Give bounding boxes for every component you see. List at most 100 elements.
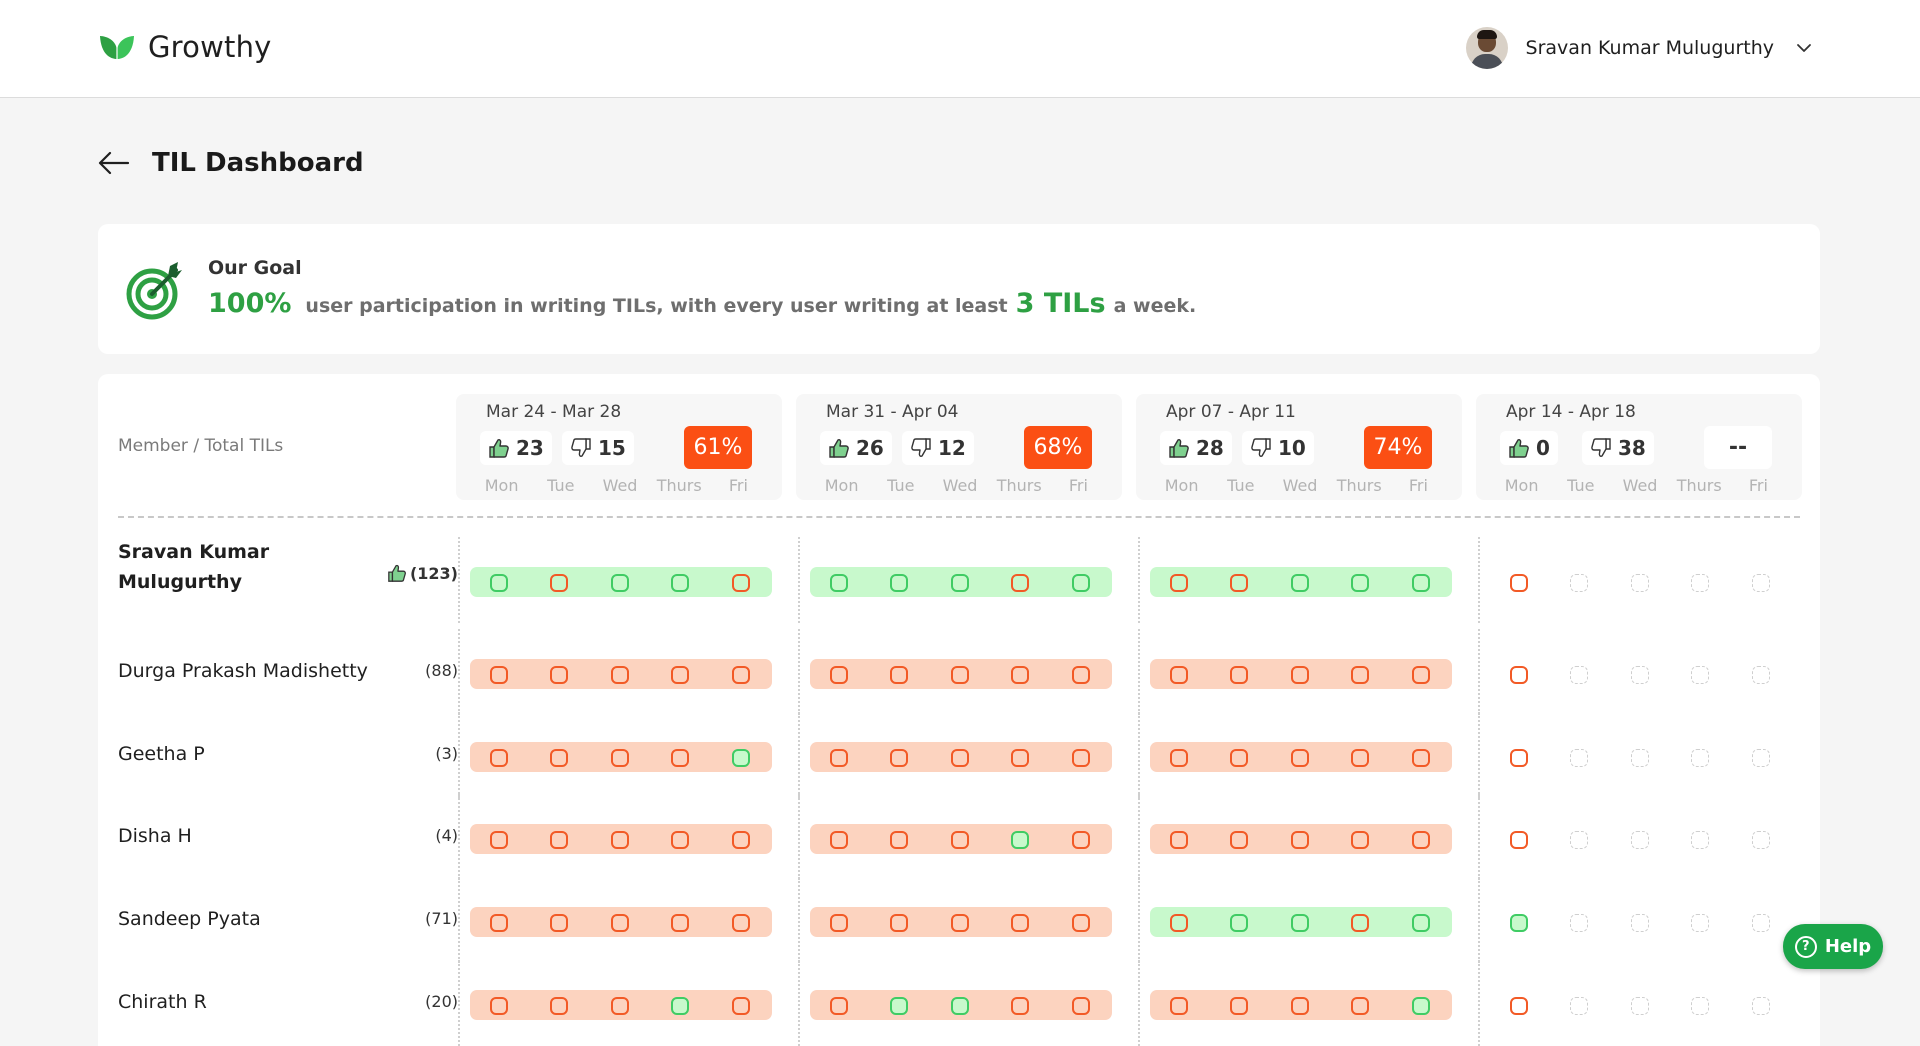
day-til-cell[interactable]: [611, 831, 629, 849]
day-til-cell[interactable]: [1412, 914, 1430, 932]
app-logo[interactable]: Growthy: [98, 30, 272, 64]
day-til-cell[interactable]: [1072, 574, 1090, 592]
day-til-cell[interactable]: [1631, 666, 1649, 684]
day-til-cell[interactable]: [951, 831, 969, 849]
day-til-cell[interactable]: [1691, 574, 1709, 592]
day-til-cell[interactable]: [830, 914, 848, 932]
day-til-cell[interactable]: [1230, 574, 1248, 592]
day-til-cell[interactable]: [1752, 914, 1770, 932]
day-til-cell[interactable]: [1170, 831, 1188, 849]
day-til-cell[interactable]: [1631, 749, 1649, 767]
day-til-cell[interactable]: [1011, 749, 1029, 767]
day-til-cell[interactable]: [1412, 666, 1430, 684]
day-til-cell[interactable]: [1291, 749, 1309, 767]
day-til-cell[interactable]: [732, 997, 750, 1015]
day-til-cell[interactable]: [1291, 666, 1309, 684]
day-til-cell[interactable]: [890, 831, 908, 849]
day-til-cell[interactable]: [1351, 666, 1369, 684]
day-til-cell[interactable]: [1691, 666, 1709, 684]
day-til-cell[interactable]: [890, 574, 908, 592]
arrow-left-icon[interactable]: [98, 151, 130, 175]
day-til-cell[interactable]: [1691, 749, 1709, 767]
day-til-cell[interactable]: [1691, 831, 1709, 849]
day-til-cell[interactable]: [830, 574, 848, 592]
day-til-cell[interactable]: [1412, 749, 1430, 767]
day-til-cell[interactable]: [1072, 666, 1090, 684]
day-til-cell[interactable]: [1570, 914, 1588, 932]
day-til-cell[interactable]: [890, 666, 908, 684]
day-til-cell[interactable]: [1691, 914, 1709, 932]
user-menu[interactable]: Sravan Kumar Mulugurthy: [1465, 27, 1812, 69]
day-til-cell[interactable]: [1291, 997, 1309, 1015]
day-til-cell[interactable]: [1230, 666, 1248, 684]
day-til-cell[interactable]: [1631, 997, 1649, 1015]
day-til-cell[interactable]: [1230, 997, 1248, 1015]
day-til-cell[interactable]: [1072, 749, 1090, 767]
day-til-cell[interactable]: [1510, 914, 1528, 932]
day-til-cell[interactable]: [1510, 831, 1528, 849]
day-til-cell[interactable]: [1631, 574, 1649, 592]
day-til-cell[interactable]: [1510, 997, 1528, 1015]
day-til-cell[interactable]: [671, 914, 689, 932]
day-til-cell[interactable]: [1752, 666, 1770, 684]
day-til-cell[interactable]: [1351, 749, 1369, 767]
day-til-cell[interactable]: [830, 666, 848, 684]
day-til-cell[interactable]: [550, 749, 568, 767]
day-til-cell[interactable]: [1170, 914, 1188, 932]
day-til-cell[interactable]: [1230, 749, 1248, 767]
day-til-cell[interactable]: [951, 914, 969, 932]
day-til-cell[interactable]: [1752, 997, 1770, 1015]
day-til-cell[interactable]: [1412, 831, 1430, 849]
day-til-cell[interactable]: [1011, 574, 1029, 592]
day-til-cell[interactable]: [830, 997, 848, 1015]
day-til-cell[interactable]: [1351, 914, 1369, 932]
day-til-cell[interactable]: [1291, 914, 1309, 932]
day-til-cell[interactable]: [732, 666, 750, 684]
day-til-cell[interactable]: [890, 997, 908, 1015]
day-til-cell[interactable]: [830, 831, 848, 849]
day-til-cell[interactable]: [1072, 831, 1090, 849]
day-til-cell[interactable]: [611, 574, 629, 592]
day-til-cell[interactable]: [550, 666, 568, 684]
day-til-cell[interactable]: [951, 574, 969, 592]
day-til-cell[interactable]: [1752, 574, 1770, 592]
day-til-cell[interactable]: [1570, 749, 1588, 767]
day-til-cell[interactable]: [671, 574, 689, 592]
day-til-cell[interactable]: [550, 574, 568, 592]
day-til-cell[interactable]: [1170, 997, 1188, 1015]
day-til-cell[interactable]: [890, 914, 908, 932]
day-til-cell[interactable]: [1072, 914, 1090, 932]
day-til-cell[interactable]: [1291, 574, 1309, 592]
day-til-cell[interactable]: [1230, 831, 1248, 849]
day-til-cell[interactable]: [1691, 997, 1709, 1015]
day-til-cell[interactable]: [890, 749, 908, 767]
day-til-cell[interactable]: [1011, 666, 1029, 684]
day-til-cell[interactable]: [1011, 997, 1029, 1015]
day-til-cell[interactable]: [951, 749, 969, 767]
day-til-cell[interactable]: [671, 666, 689, 684]
day-til-cell[interactable]: [732, 574, 750, 592]
day-til-cell[interactable]: [490, 666, 508, 684]
day-til-cell[interactable]: [1412, 997, 1430, 1015]
day-til-cell[interactable]: [1752, 749, 1770, 767]
day-til-cell[interactable]: [1351, 574, 1369, 592]
day-til-cell[interactable]: [951, 666, 969, 684]
day-til-cell[interactable]: [611, 914, 629, 932]
day-til-cell[interactable]: [1170, 666, 1188, 684]
day-til-cell[interactable]: [490, 831, 508, 849]
avatar[interactable]: [1465, 27, 1508, 69]
day-til-cell[interactable]: [490, 997, 508, 1015]
day-til-cell[interactable]: [1631, 914, 1649, 932]
day-til-cell[interactable]: [611, 997, 629, 1015]
day-til-cell[interactable]: [1170, 749, 1188, 767]
day-til-cell[interactable]: [830, 749, 848, 767]
day-til-cell[interactable]: [1351, 831, 1369, 849]
day-til-cell[interactable]: [671, 997, 689, 1015]
day-til-cell[interactable]: [550, 997, 568, 1015]
day-til-cell[interactable]: [1291, 831, 1309, 849]
day-til-cell[interactable]: [732, 831, 750, 849]
day-til-cell[interactable]: [1510, 749, 1528, 767]
day-til-cell[interactable]: [1570, 574, 1588, 592]
day-til-cell[interactable]: [550, 914, 568, 932]
day-til-cell[interactable]: [1510, 574, 1528, 592]
